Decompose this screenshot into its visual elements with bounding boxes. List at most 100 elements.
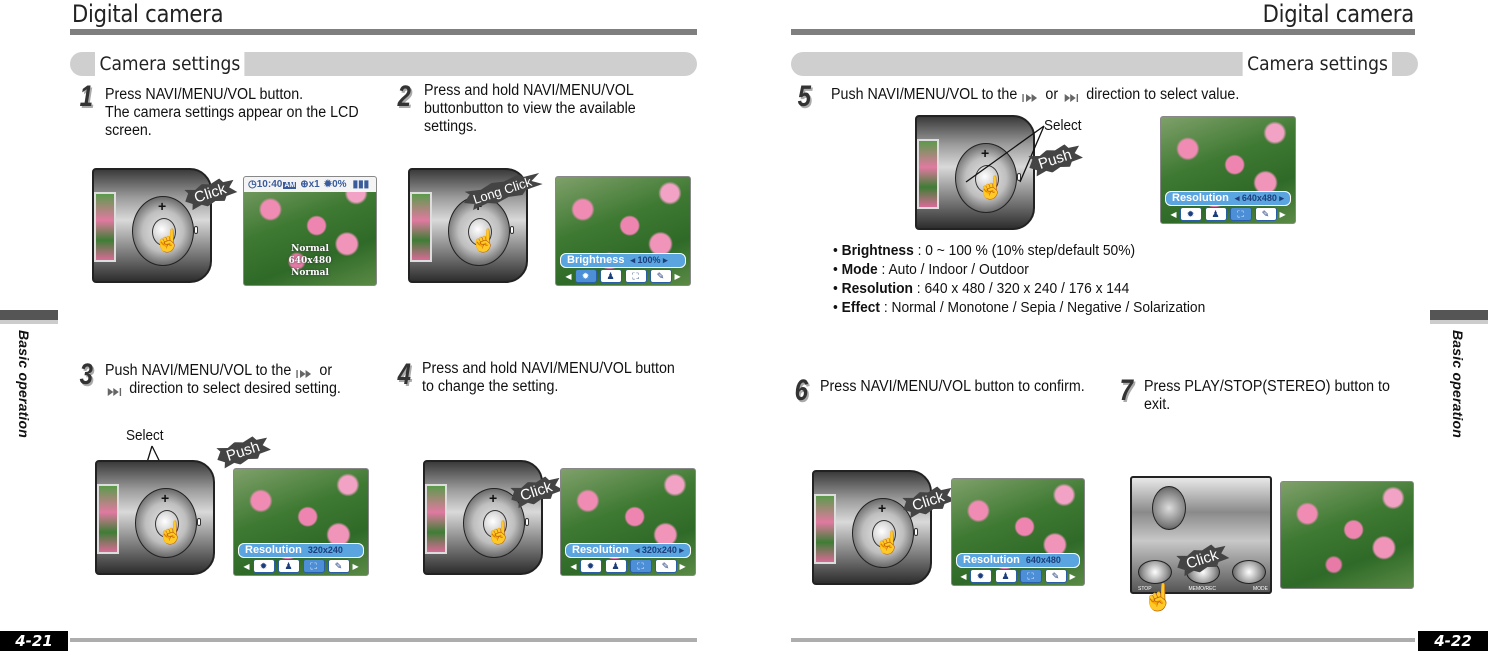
step-7-lcd-screen (1280, 481, 1414, 589)
option-name: Mode (841, 261, 878, 278)
settings-menu: Resolution 320x240 ◀ ✹ ♟ ⛶ ✎ ▶ (238, 543, 364, 573)
clock-icon: ◷ (248, 179, 257, 190)
effect-icon: ✎ (649, 269, 672, 283)
device-lcd (94, 192, 116, 262)
right-header-title: Digital camera (1262, 0, 1415, 28)
hand-pointer-icon: ☝ (470, 228, 498, 253)
step-6-lcd-screen: Resolution 640x480 ◀ ✹ ♟ ⛶ ✎ ▶ (951, 478, 1085, 586)
mode-icon: ♟ (599, 269, 622, 283)
step-4-device-illustration: + ☝ (423, 460, 543, 575)
settings-menu: Resolution 640x480 ◀ ✹ ♟ ⛶ ✎ ▶ (956, 553, 1080, 583)
brightness-icon: ✹ (579, 559, 602, 573)
brightness-icon: ✹ (252, 559, 275, 573)
option-name: Brightness (841, 242, 914, 259)
step-1-lcd-screen: ◷10:40 AM ⊕x1 ✹0% ▮▮▮ Normal 640x480 Normal (243, 176, 377, 286)
device-lcd (917, 139, 939, 209)
step-5-text: Push NAVI/MENU/VOL to the or direction t… (831, 86, 1239, 104)
device-lcd (410, 192, 432, 262)
menu-setting-name: Resolution (963, 554, 1020, 566)
settings-option-brightness: • Brightness : 0 ~ 100 % (10% step/defau… (833, 242, 1136, 259)
settings-option-effect: • Effect : Normal / Monotone / Sepia / N… (833, 299, 1206, 316)
step-2-line-1: Press and hold NAVI/MENU/VOL (424, 82, 634, 99)
step-2-number: 2 (397, 80, 412, 113)
step-1-number: 1 (79, 80, 94, 113)
prev-skip-icon (1021, 90, 1041, 102)
device-lcd (97, 484, 119, 554)
resolution-icon: ⛶ (1019, 569, 1042, 583)
step-7-line-1: Press PLAY/STOP(STEREO) button to (1144, 378, 1390, 395)
step-4-line-2: to change the setting. (422, 378, 559, 395)
right-side-tab-bar (1430, 310, 1488, 324)
step-1-device-illustration: + ☝ (92, 168, 212, 283)
hand-pointer-icon: ☝ (157, 520, 185, 545)
resolution-icon: ⛶ (1229, 207, 1252, 221)
hand-pointer-icon: ☝ (485, 520, 513, 545)
menu-icon-row: ◀ ✹ ♟ ⛶ ✎ ▶ (565, 559, 691, 573)
menu-right-arrow-icon: ▶ (352, 561, 359, 571)
osd-mode: Normal (291, 268, 329, 278)
stop-button (1138, 560, 1172, 584)
menu-right-arrow-icon: ▶ (1069, 571, 1076, 581)
step-4-number: 4 (397, 358, 412, 391)
option-values: : Auto / Indoor / Outdoor (881, 261, 1029, 278)
step-6-number: 6 (794, 374, 809, 407)
menu-setting-value: ◂ 320x240 ▸ (634, 545, 684, 555)
device-hole (510, 226, 514, 234)
step-3-text: Push NAVI/MENU/VOL to the or direction t… (105, 362, 341, 398)
menu-icon-row: ◀ ✹ ♟ ⛶ ✎ ▶ (1165, 207, 1291, 221)
menu-setting-name: Brightness (567, 254, 625, 266)
settings-option-mode: • Mode : Auto / Indoor / Outdoor (833, 261, 1029, 278)
osd-settings-summary: Normal 640x480 Normal (244, 243, 376, 279)
step-1-text: Press NAVI/MENU/VOL button. The camera s… (105, 86, 359, 140)
hand-pointer-icon: ☝ (874, 530, 902, 555)
step-3-select-label: Select (126, 427, 164, 444)
step-5-lcd-screen: Resolution ◂ 640x480 ▸ ◀ ✹ ♟ ⛶ ✎ ▶ (1160, 116, 1296, 224)
earphone-icon (1152, 486, 1186, 530)
plus-icon: + (489, 490, 498, 506)
osd-resolution: 640x480 (288, 256, 332, 266)
brightness-icon: ✹ (1179, 207, 1202, 221)
effect-icon: ✎ (1044, 569, 1067, 583)
menu-setting-name: Resolution (572, 544, 629, 556)
menu-value-text: 320x240 (641, 545, 677, 555)
right-footer-rule (791, 638, 1415, 642)
right-section-title: Camera settings (1242, 52, 1392, 76)
mode-icon: ♟ (994, 569, 1017, 583)
menu-setting-value: 640x480 (1025, 555, 1061, 565)
menu-right-arrow-icon: ▶ (674, 271, 681, 281)
menu-left-arrow-icon: ◀ (960, 571, 967, 581)
menu-icon-row: ◀ ✹ ♟ ⛶ ✎ ▶ (238, 559, 364, 573)
memo-rec-label: MEMO/REC (1188, 586, 1217, 592)
resolution-icon: ⛶ (302, 559, 325, 573)
osd-brightness: 0% (332, 179, 347, 190)
device-hole (914, 528, 918, 536)
step-1-line-1: Press NAVI/MENU/VOL button. (105, 86, 304, 103)
plus-icon: + (158, 198, 167, 214)
effect-icon: ✎ (1254, 207, 1277, 221)
resolution-icon: ⛶ (629, 559, 652, 573)
select-pointer-lines (965, 125, 1045, 183)
osd-effect: Normal (291, 244, 329, 254)
plus-icon: + (878, 500, 887, 516)
option-values: : 640 x 480 / 320 x 240 / 176 x 144 (916, 280, 1130, 297)
plus-icon: + (161, 490, 170, 506)
hand-pointer-icon: ☝ (1142, 582, 1175, 612)
step-3-lcd-screen: Resolution 320x240 ◀ ✹ ♟ ⛶ ✎ ▶ (233, 468, 369, 576)
battery-icon: ▮▮▮ (352, 179, 370, 190)
left-header-rule (70, 29, 697, 35)
left-page-number: 4-21 (0, 631, 68, 651)
left-section-title: Camera settings (95, 52, 245, 76)
step-3-text-a: Push NAVI/MENU/VOL to the (105, 362, 292, 379)
osd-time: 10:40 (256, 179, 283, 190)
menu-label: Resolution 320x240 (238, 543, 364, 558)
step-3-text-c: direction to select desired setting. (129, 380, 341, 397)
settings-menu: Brightness ◂ 100% ▸ ◀ ✹ ♟ ⛶ ✎ ▶ (560, 253, 686, 283)
option-name: Resolution (841, 280, 913, 297)
step-7-number: 7 (1119, 374, 1134, 407)
hand-pointer-icon: ☝ (154, 228, 182, 253)
next-skip-icon (105, 384, 125, 396)
left-header-title: Digital camera (72, 0, 224, 28)
effect-icon: ✎ (654, 559, 677, 573)
option-values: : Normal / Monotone / Sepia / Negative /… (883, 299, 1206, 316)
menu-setting-value: ◂ 100% ▸ (630, 255, 668, 265)
